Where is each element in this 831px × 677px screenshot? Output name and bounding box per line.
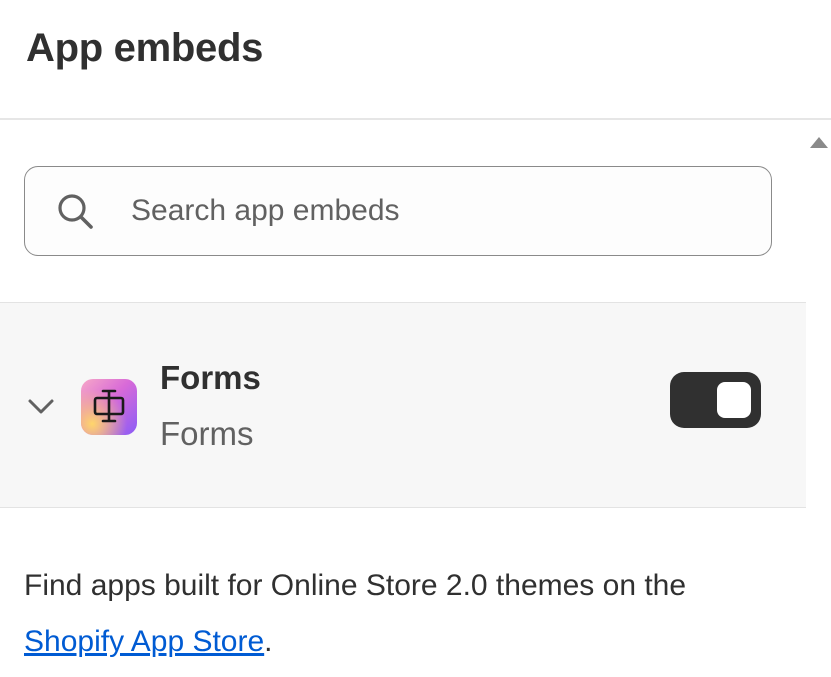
app-embed-item: Forms Forms [0, 302, 806, 508]
scroll-up-arrow-icon[interactable] [810, 137, 828, 148]
footer-note: Find apps built for Online Store 2.0 the… [24, 558, 784, 670]
app-embed-name: Forms [160, 359, 261, 396]
forms-app-icon [81, 379, 137, 435]
toggle-knob [717, 382, 751, 418]
app-embed-toggle[interactable] [670, 372, 761, 428]
footer-text: Find apps built for Online Store 2.0 the… [24, 569, 687, 602]
chevron-down-icon[interactable] [26, 396, 56, 418]
shopify-app-store-link[interactable]: Shopify App Store [24, 625, 264, 658]
scrollbar[interactable] [806, 121, 831, 677]
search-icon [55, 191, 95, 231]
app-embed-subtitle: Forms [160, 415, 254, 452]
page-title: App embeds [26, 26, 264, 70]
search-box[interactable] [24, 166, 772, 256]
panel-header: App embeds [0, 0, 831, 120]
search-input[interactable] [131, 187, 751, 235]
footer-text-end: . [264, 625, 273, 658]
app-embeds-panel: App embeds Forms [0, 0, 831, 677]
